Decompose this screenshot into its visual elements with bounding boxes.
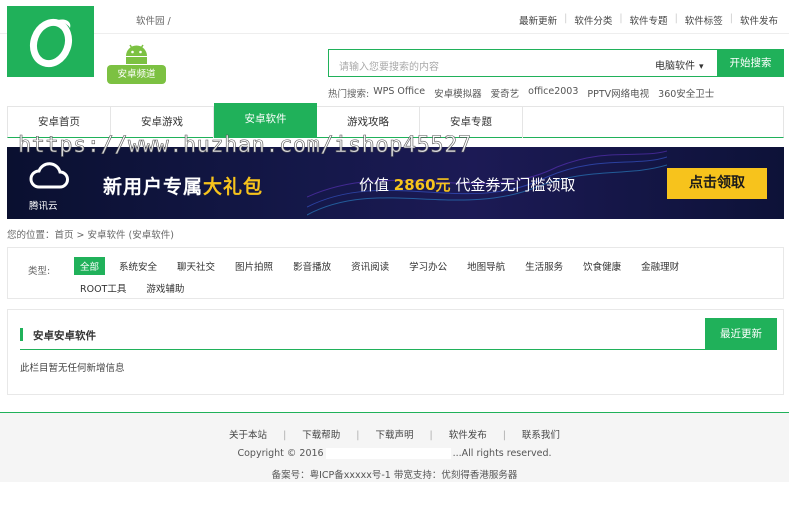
tab-android-home[interactable]: 安卓首页 bbox=[8, 107, 111, 138]
banner-offer: 价值 2860元 代金券无门槛领取 bbox=[359, 174, 575, 195]
hot-search-item[interactable]: PPTV网络电视 bbox=[587, 86, 649, 100]
tencent-cloud-icon bbox=[29, 162, 69, 189]
category-row: ROOT工具 游戏辅助 bbox=[74, 279, 198, 297]
category-item[interactable]: 影音播放 bbox=[287, 257, 337, 275]
top-bar: 软件园 / 最新更新 | 软件分类 | 软件专题 | 软件标签 | 软件发布 bbox=[0, 0, 789, 34]
copyright: Copyright © 2016 ...All rights reserved. bbox=[0, 448, 789, 459]
category-filter: 类型: 全部 系统安全 聊天社交 图片拍照 影音播放 资讯阅读 学习办公 地图导… bbox=[7, 247, 784, 299]
empty-message: 此栏目暂无任何新增信息 bbox=[20, 363, 125, 374]
category-item[interactable]: 学习办公 bbox=[403, 257, 453, 275]
category-item[interactable]: 聊天社交 bbox=[171, 257, 221, 275]
category-item[interactable]: 地图导航 bbox=[461, 257, 511, 275]
android-channel-label: 安卓频道 bbox=[107, 65, 166, 84]
top-link-categories[interactable]: 软件分类 bbox=[567, 13, 619, 27]
divider: | bbox=[356, 430, 360, 441]
search-button[interactable]: 开始搜索 bbox=[717, 49, 784, 77]
banner-offer-suffix: 代金券无门槛领取 bbox=[455, 176, 576, 194]
icp-info: 备案号：粤ICP备xxxxx号-1 带宽支持：优刻得香港服务器 bbox=[271, 470, 518, 481]
panel-header: 安卓安卓软件 最近更新 bbox=[20, 318, 777, 350]
category-item[interactable]: 金融理财 bbox=[635, 257, 685, 275]
top-link-latest[interactable]: 最新更新 bbox=[512, 13, 564, 27]
tab-android-games[interactable]: 安卓游戏 bbox=[111, 107, 214, 138]
search-input[interactable]: 请输入您要搜索的内容 bbox=[339, 58, 439, 73]
recent-updates-button[interactable]: 最近更新 bbox=[705, 318, 777, 350]
category-item[interactable]: 饮食健康 bbox=[577, 257, 627, 275]
top-link-tags[interactable]: 软件标签 bbox=[678, 13, 730, 27]
android-robot-icon bbox=[126, 44, 147, 64]
tab-android-software[interactable]: 安卓软件 bbox=[214, 103, 317, 138]
divider: | bbox=[283, 430, 287, 441]
hot-search-item[interactable]: 爱奇艺 bbox=[491, 86, 520, 100]
footer-link-disclaimer[interactable]: 下载声明 bbox=[375, 430, 413, 441]
top-link-publish[interactable]: 软件发布 bbox=[733, 13, 785, 27]
chevron-down-icon: ▾ bbox=[699, 62, 704, 72]
software-list-panel: 安卓安卓软件 最近更新 此栏目暂无任何新增信息 bbox=[7, 309, 784, 395]
banner-offer-prefix: 价值 bbox=[359, 176, 390, 194]
android-channel[interactable]: 安卓频道 bbox=[107, 42, 166, 84]
site-crumb[interactable]: 软件园 / bbox=[136, 13, 171, 27]
hot-search-item[interactable]: 360安全卫士 bbox=[658, 86, 714, 100]
leaf-logo-icon bbox=[29, 18, 73, 68]
search-category-select[interactable]: 电脑软件 ▾ bbox=[655, 57, 704, 72]
category-item[interactable]: ROOT工具 bbox=[74, 279, 132, 297]
hot-searches: 热门搜索: WPS Office 安卓模拟器 爱奇艺 office2003 PP… bbox=[328, 86, 723, 100]
top-link-topics[interactable]: 软件专题 bbox=[623, 13, 675, 27]
category-item[interactable]: 系统安全 bbox=[113, 257, 163, 275]
site-footer: 关于本站 | 下载帮助 | 下载声明 | 软件发布 | 联系我们 Copyright © 201… bbox=[0, 412, 789, 482]
copyright-suffix: ...All rights reserved. bbox=[452, 448, 552, 459]
hot-search-label: 热门搜索: bbox=[328, 89, 370, 100]
divider: | bbox=[502, 430, 506, 441]
banner-offer-amount: 2860元 bbox=[393, 176, 451, 194]
category-item[interactable]: 游戏辅助 bbox=[140, 279, 190, 297]
tab-android-topics[interactable]: 安卓专题 bbox=[420, 107, 523, 138]
banner-brand: 腾讯云 bbox=[29, 201, 58, 212]
footer-link-help[interactable]: 下载帮助 bbox=[302, 430, 340, 441]
footer-link-about[interactable]: 关于本站 bbox=[229, 430, 267, 441]
main-nav: 安卓首页 安卓游戏 安卓软件 游戏攻略 安卓专题 bbox=[7, 103, 784, 138]
footer-links: 关于本站 | 下载帮助 | 下载声明 | 软件发布 | 联系我们 bbox=[0, 427, 789, 441]
banner-cta-button[interactable]: 点击领取 bbox=[667, 168, 767, 199]
title-marker bbox=[20, 328, 23, 341]
category-label: 类型: bbox=[28, 266, 51, 277]
top-links: 最新更新 | 软件分类 | 软件专题 | 软件标签 | 软件发布 bbox=[512, 13, 785, 27]
category-item[interactable]: 资讯阅读 bbox=[345, 257, 395, 275]
copyright-prefix: Copyright © 2016 bbox=[237, 448, 324, 459]
category-item[interactable]: 图片拍照 bbox=[229, 257, 279, 275]
category-all[interactable]: 全部 bbox=[74, 257, 106, 275]
search-bar: 请输入您要搜索的内容 电脑软件 ▾ 开始搜索 bbox=[328, 49, 784, 77]
banner-headline-gift: 大礼包 bbox=[203, 176, 264, 198]
hot-search-item[interactable]: office2003 bbox=[528, 86, 578, 100]
hot-search-item[interactable]: 安卓模拟器 bbox=[434, 86, 482, 100]
footer-link-contact[interactable]: 联系我们 bbox=[522, 430, 560, 441]
redacted-block bbox=[325, 448, 451, 459]
tab-game-guides[interactable]: 游戏攻略 bbox=[317, 107, 420, 138]
site-logo[interactable] bbox=[7, 6, 94, 77]
promo-banner[interactable]: 腾讯云 新用户专属大礼包 价值 2860元 代金券无门槛领取 点击领取 bbox=[7, 147, 784, 219]
hot-search-item[interactable]: WPS Office bbox=[373, 86, 425, 100]
divider: | bbox=[429, 430, 433, 441]
footer-link-publish[interactable]: 软件发布 bbox=[449, 430, 487, 441]
category-row: 全部 系统安全 聊天社交 图片拍照 影音播放 资讯阅读 学习办公 地图导航 生活… bbox=[74, 257, 693, 275]
search-category-value: 电脑软件 bbox=[655, 61, 695, 72]
category-item[interactable]: 生活服务 bbox=[519, 257, 569, 275]
panel-title: 安卓安卓软件 bbox=[33, 330, 96, 342]
banner-headline-prefix: 新用户专属 bbox=[103, 176, 204, 198]
banner-headline: 新用户专属大礼包 bbox=[103, 172, 263, 199]
breadcrumb: 您的位置：首页 > 安卓软件 (安卓软件) bbox=[7, 230, 174, 241]
